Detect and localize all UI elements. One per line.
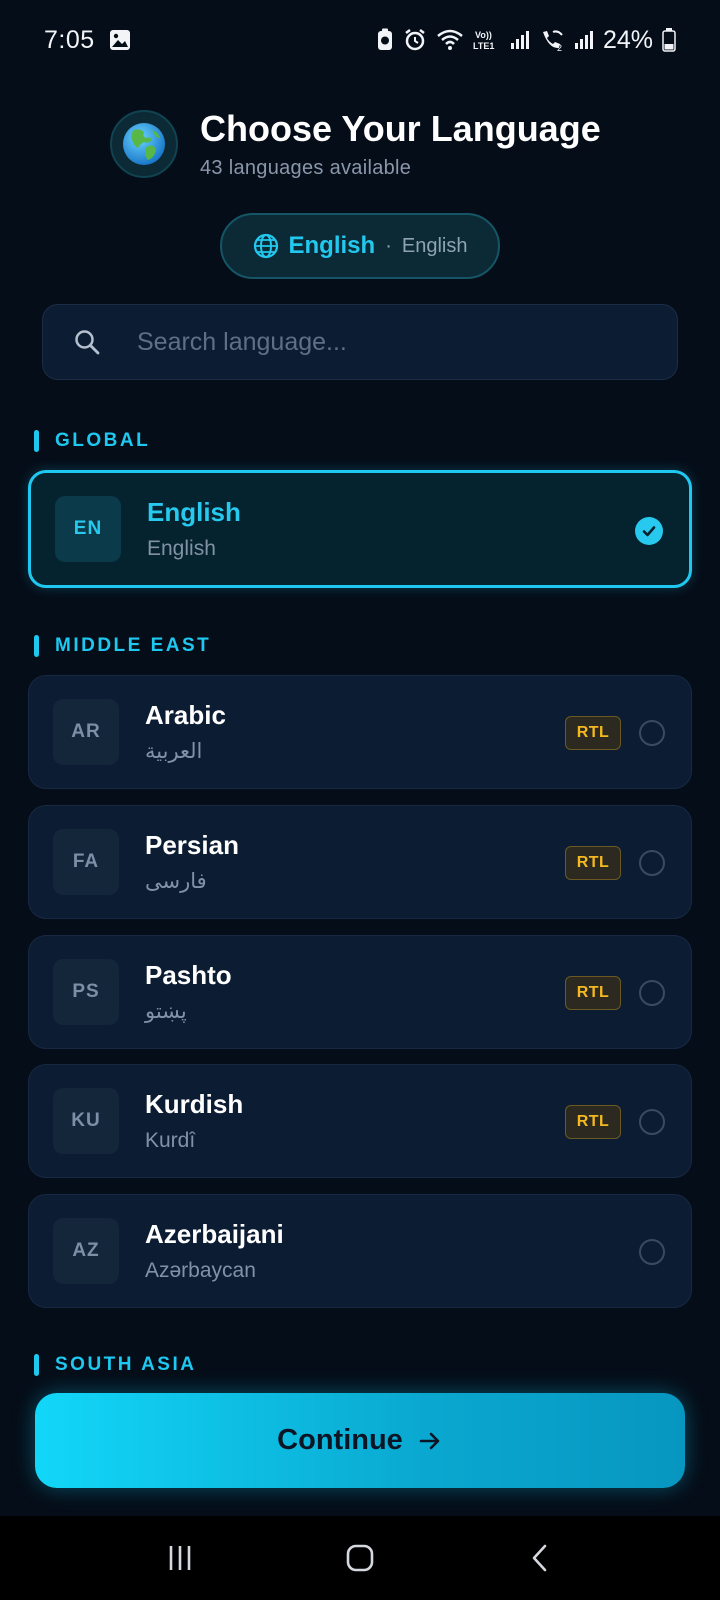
language-code-badge: KU [53, 1088, 119, 1154]
language-native-name: پښتو [145, 1000, 187, 1023]
search-box[interactable] [42, 304, 678, 380]
gallery-icon [109, 29, 131, 51]
back-icon[interactable] [510, 1533, 570, 1583]
section-header-global: GLOBAL [34, 430, 150, 452]
header: Choose Your Language 43 languages availa… [110, 107, 601, 180]
recent-apps-icon[interactable] [150, 1533, 210, 1583]
rtl-badge: RTL [565, 716, 621, 750]
rtl-badge: RTL [565, 846, 621, 880]
language-code-badge: PS [53, 959, 119, 1025]
battery-percent: 24% [602, 25, 653, 54]
signal-icon [574, 30, 594, 50]
rtl-badge: RTL [565, 1105, 621, 1139]
language-item-azerbaijani[interactable]: AZ Azerbaijani Azərbaycan [28, 1194, 692, 1308]
page-title: Choose Your Language [200, 108, 601, 149]
language-name: Pashto [145, 960, 232, 990]
wifi-icon [436, 29, 464, 51]
language-item-english[interactable]: EN English English [28, 470, 692, 588]
language-item-pashto[interactable]: PS Pashto پښتو RTL [28, 935, 692, 1049]
section-accent-bar [34, 1354, 39, 1376]
radio-button[interactable] [639, 1109, 665, 1135]
current-language-native: English [401, 234, 468, 257]
section-header-middle-east: MIDDLE EAST [34, 635, 211, 657]
search-icon [73, 328, 101, 356]
language-code-badge: AR [53, 699, 119, 765]
wifi-calling-icon: 2 [539, 28, 565, 52]
section-accent-bar [34, 635, 39, 657]
language-code-badge: AZ [53, 1218, 119, 1284]
section-header-south-asia: SOUTH ASIA [34, 1354, 196, 1376]
language-item-persian[interactable]: FA Persian فارسی RTL [28, 805, 692, 919]
language-native-name: فارسی [145, 870, 207, 893]
separator-dot: · [385, 234, 392, 257]
continue-label: Continue [277, 1424, 403, 1456]
alarm-icon [403, 28, 427, 52]
current-language-pill[interactable]: English · English [220, 213, 500, 279]
volte-icon: Vo)) LTE1 [473, 28, 501, 52]
language-item-arabic[interactable]: AR Arabic العربية RTL [28, 675, 692, 789]
svg-text:Vo)): Vo)) [475, 30, 492, 40]
signal-icon [510, 30, 530, 50]
section-label: MIDDLE EAST [55, 635, 212, 656]
rtl-badge: RTL [565, 976, 621, 1010]
radio-button[interactable] [639, 720, 665, 746]
language-name: Azerbaijani [145, 1219, 284, 1249]
current-language-name: English [288, 232, 376, 259]
checkmark-icon [635, 517, 663, 545]
language-name: Persian [145, 830, 239, 860]
battery-icon [662, 28, 676, 52]
language-native-name: English [147, 537, 216, 560]
language-name: Kurdish [145, 1089, 244, 1119]
status-time: 7:05 [44, 25, 95, 54]
language-native-name: العربية [145, 740, 203, 763]
svg-text:LTE1: LTE1 [473, 41, 494, 51]
section-label: SOUTH ASIA [55, 1354, 197, 1375]
continue-button[interactable]: Continue [35, 1393, 685, 1488]
search-input[interactable] [137, 327, 617, 357]
globe-emoji-icon [110, 109, 178, 178]
radio-button[interactable] [639, 850, 665, 876]
svg-text:2: 2 [557, 43, 562, 52]
language-item-kurdish[interactable]: KU Kurdish Kurdî RTL [28, 1064, 692, 1178]
section-label: GLOBAL [55, 430, 151, 451]
globe-icon [253, 233, 279, 259]
radio-button[interactable] [639, 980, 665, 1006]
page-subtitle: 43 languages available [200, 157, 412, 179]
navigation-bar [0, 1516, 720, 1600]
section-accent-bar [34, 430, 39, 452]
radio-button[interactable] [639, 1239, 665, 1265]
language-name: English [147, 497, 241, 527]
language-native-name: Kurdî [145, 1129, 196, 1152]
home-icon[interactable] [330, 1533, 390, 1583]
language-code-badge: FA [53, 829, 119, 895]
status-bar: 7:05 Vo)) LTE1 2 24% [0, 0, 720, 80]
language-name: Arabic [145, 700, 226, 730]
battery-saver-icon [376, 28, 394, 52]
language-code-badge: EN [55, 496, 121, 562]
arrow-right-icon [417, 1428, 443, 1454]
language-native-name: Azərbaycan [145, 1259, 256, 1282]
